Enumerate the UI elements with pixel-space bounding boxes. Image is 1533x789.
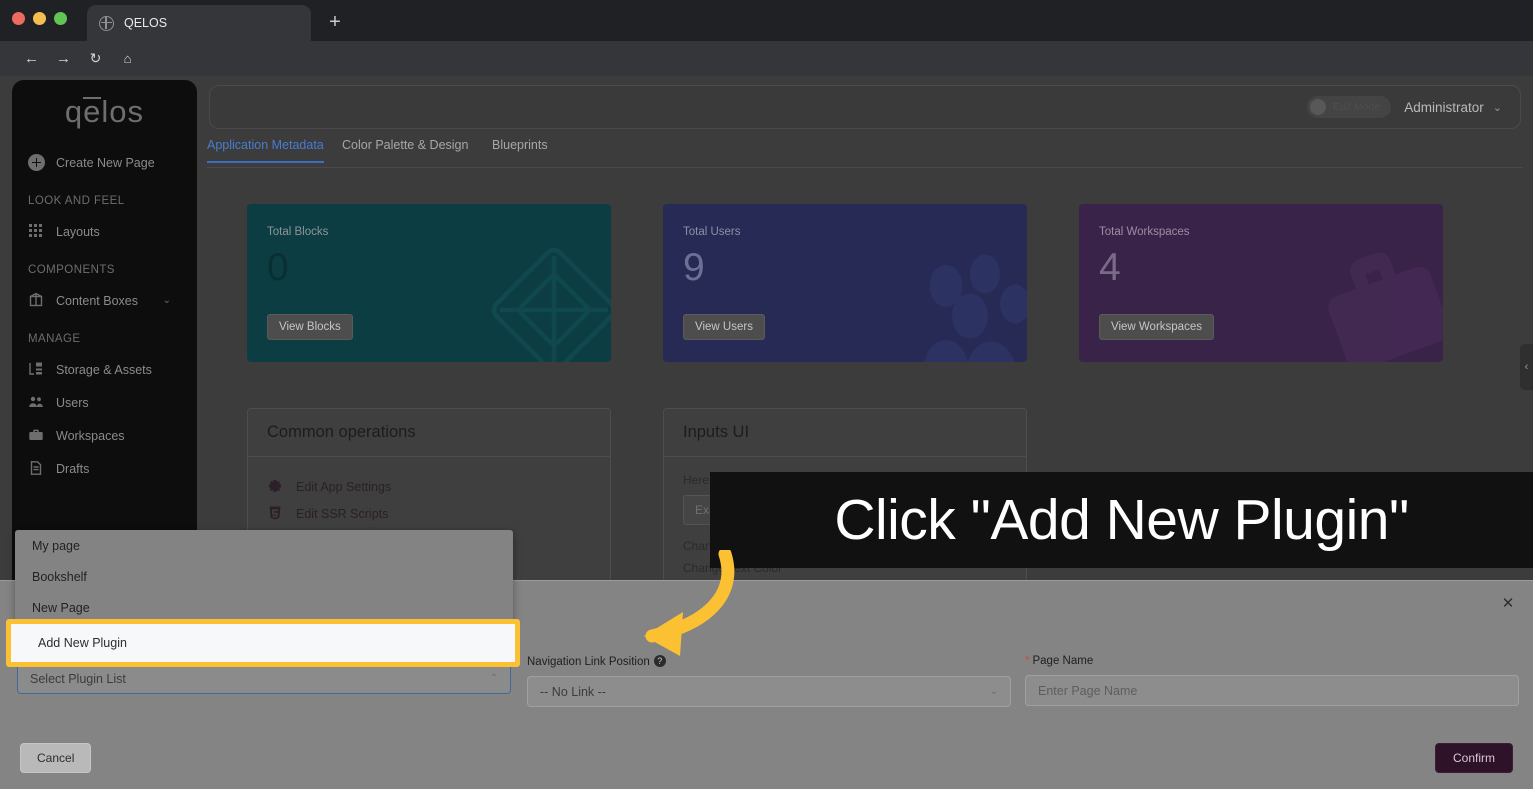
sidebar-item-layouts[interactable]: Layouts [28,223,183,240]
users-icon [28,394,45,411]
tab-color-palette-design[interactable]: Color Palette & Design [342,138,468,161]
close-window-button[interactable] [12,12,25,25]
page-name-label: * Page Name [1025,655,1519,667]
nav-position-select[interactable]: -- No Link -- ⌄ [527,676,1011,707]
stat-card-value: 4 [1099,246,1121,289]
sidebar-heading-manage: MANAGE [28,333,81,345]
tab-blueprints[interactable]: Blueprints [492,138,548,161]
sidebar-item-storage-assets[interactable]: Storage & Assets [28,361,183,378]
operation-label: Edit SSR Scripts [296,506,389,521]
stat-card-label: Total Workspaces [1099,226,1190,238]
app-logo: qelos [64,94,145,129]
sidebar-heading-components: COMPONENTS [28,264,115,276]
stat-card-total-users: Total Users 9 View Users [663,204,1027,362]
stat-card-label: Total Blocks [267,226,329,238]
modal-footer: Cancel Confirm [0,731,1533,789]
user-menu-label[interactable]: Administrator [1404,100,1484,115]
view-workspaces-button[interactable]: View Workspaces [1099,314,1214,340]
forward-icon[interactable]: → [51,46,76,71]
chevron-down-icon[interactable]: ⌄ [163,295,171,306]
stat-card-total-blocks: Total Blocks 0 View Blocks [247,204,611,362]
sidebar-heading-look-and-feel: LOOK AND FEEL [28,195,125,207]
page-name-field: * Page Name Enter Page Name [1025,655,1519,706]
page-name-input[interactable]: Enter Page Name [1025,675,1519,706]
page-name-label-text: Page Name [1032,655,1094,667]
confirm-button[interactable]: Confirm [1434,743,1513,773]
cancel-button[interactable]: Cancel [20,743,92,773]
instruction-text: Click "Add New Plugin" [834,488,1409,552]
sidebar-item-drafts[interactable]: Drafts [28,460,183,477]
stat-card-value: 0 [267,246,289,289]
stat-cards: Total Blocks 0 View Blocks Total Users 9 [247,204,1493,362]
sidebar-item-label: Workspaces [56,428,125,443]
document-icon [28,460,45,477]
box-icon [28,292,45,309]
plus-circle-icon [28,154,45,171]
tab-bar: Application Metadata Color Palette & Des… [207,138,1523,168]
dropdown-option-my-page[interactable]: My page [15,530,513,561]
sidebar-item-label: Storage & Assets [56,362,152,377]
chevron-down-icon[interactable]: ⌄ [1493,101,1502,114]
browser-tab[interactable]: QELOS [87,5,311,41]
html5-icon [267,505,284,522]
sidebar-item-workspaces[interactable]: Workspaces [28,427,183,444]
sidebar-item-users[interactable]: Users [28,394,183,411]
view-users-button[interactable]: View Users [683,314,765,340]
grid-icon [28,223,45,240]
dropdown-option-add-new-plugin[interactable]: Add New Plugin [6,619,520,667]
sidebar-item-label: Create New Page [56,155,155,170]
window-controls[interactable] [12,12,67,25]
minimize-window-button[interactable] [33,12,46,25]
chevron-down-icon[interactable]: ⌄ [990,686,998,697]
sidebar-item-content-boxes[interactable]: Content Boxes ⌄ [28,292,183,309]
chevron-up-icon[interactable]: ⌃ [490,673,498,684]
new-tab-button[interactable]: + [322,11,348,35]
back-icon[interactable]: ← [19,46,44,71]
stat-card-label: Total Users [683,226,741,238]
maximize-window-button[interactable] [54,12,67,25]
edit-mode-toggle[interactable]: Edit Mode [1306,96,1392,118]
stat-card-total-workspaces: Total Workspaces 4 View Workspaces [1079,204,1443,362]
sidebar-item-label: Drafts [56,461,90,476]
plugin-list-value: Select Plugin List [30,671,126,686]
instruction-callout: Click "Add New Plugin" [710,472,1533,568]
sidebar-item-create-new-page[interactable]: Create New Page [28,154,197,171]
panel-collapse-handle[interactable]: ‹ [1520,344,1533,390]
browser-tab-title: QELOS [124,16,168,30]
required-asterisk: * [1025,655,1030,667]
view-blocks-button[interactable]: View Blocks [267,314,353,340]
operation-edit-ssr-scripts[interactable]: Edit SSR Scripts [267,500,591,527]
plugin-list-select[interactable]: Select Plugin List ⌃ [17,663,511,694]
plugin-list-dropdown[interactable]: My page Bookshelf New Page [15,530,513,626]
home-icon[interactable]: ⌂ [115,46,140,71]
briefcase-icon [28,427,45,444]
dropdown-option-bookshelf[interactable]: Bookshelf [15,561,513,592]
reload-icon[interactable]: ↻ [83,46,108,71]
sidebar-item-label: Users [56,395,89,410]
storage-icon [28,361,45,378]
browser-tabstrip: QELOS + [0,0,1533,41]
toggle-knob[interactable] [1309,99,1326,115]
people-icon [895,235,1027,362]
instruction-arrow-icon [540,547,770,670]
tab-application-metadata[interactable]: Application Metadata [207,138,324,163]
panel-title: Common operations [248,409,610,457]
briefcase-icon [1311,235,1443,362]
blocks-icon [479,235,611,362]
close-icon[interactable]: ✕ [1497,593,1519,615]
edit-mode-label: Edit Mode [1332,101,1381,113]
operation-edit-app-settings[interactable]: Edit App Settings [267,473,591,500]
sidebar-item-label: Content Boxes [56,293,138,308]
dropdown-option-label: Add New Plugin [38,636,127,650]
operation-label: Edit App Settings [296,479,392,494]
gear-icon [267,478,284,495]
nav-position-value: -- No Link -- [540,684,606,699]
page-name-placeholder: Enter Page Name [1038,683,1138,698]
panel-title: Inputs UI [664,409,1026,457]
sidebar-item-label: Layouts [56,224,100,239]
app-header: Edit Mode Administrator ⌄ [209,85,1521,129]
globe-icon [99,15,114,31]
browser-toolbar: ← → ↻ ⌂ localhost:3000 ☆ ⧉ ⋮ [0,41,1533,112]
stat-card-value: 9 [683,246,705,289]
